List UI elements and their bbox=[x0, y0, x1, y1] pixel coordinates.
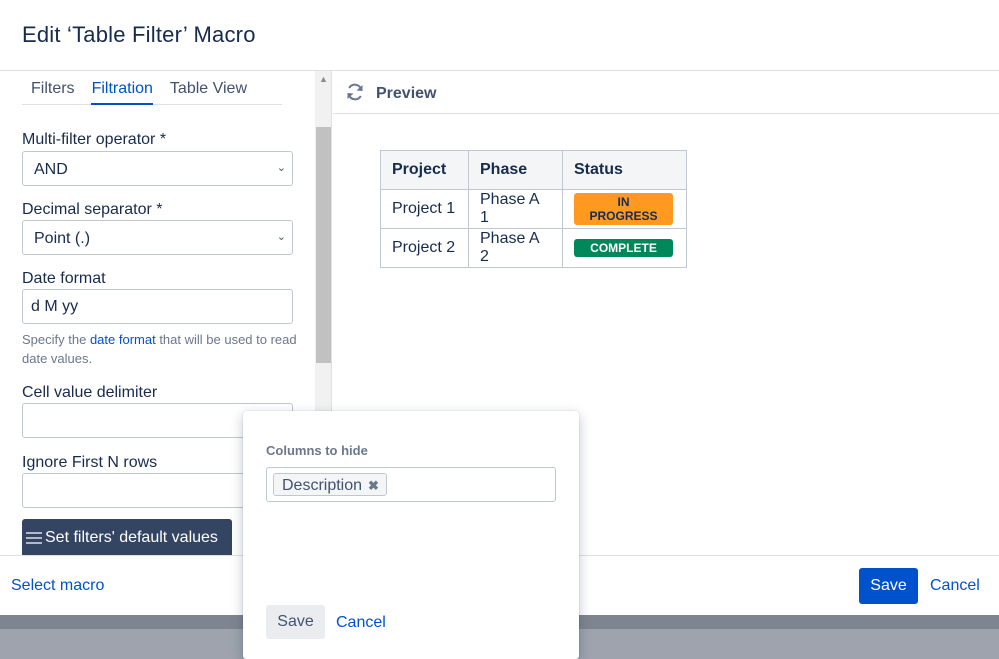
chevron-down-icon: ⌄ bbox=[276, 231, 286, 243]
columns-to-hide-input[interactable]: Description ✖ bbox=[266, 467, 556, 502]
default-values-popup: Columns to hide Description ✖ Save Cance… bbox=[243, 411, 579, 659]
column-header-project: Project bbox=[380, 150, 469, 190]
table-cell: IN PROGRESS bbox=[562, 189, 687, 229]
save-button[interactable]: Save bbox=[859, 568, 918, 604]
set-default-values-label: Set filters' default values bbox=[45, 529, 218, 546]
decimal-separator-value: Point (.) bbox=[34, 230, 91, 247]
table-row: Project 2 Phase A 2 COMPLETE bbox=[380, 228, 687, 268]
remove-tag-icon[interactable]: ✖ bbox=[368, 478, 379, 494]
column-tag-label: Description bbox=[282, 476, 363, 494]
table-row: Project 1 Phase A 1 IN PROGRESS bbox=[380, 189, 687, 229]
preview-label: Preview bbox=[376, 85, 437, 102]
decimal-separator-select[interactable]: Point (.) ⌄ bbox=[22, 220, 293, 255]
column-tag: Description ✖ bbox=[273, 473, 387, 496]
preview-table: Project Phase Status Project 1 Phase A 1… bbox=[380, 150, 687, 268]
tab-filtration[interactable]: Filtration bbox=[83, 77, 161, 105]
ignore-first-rows-label: Ignore First N rows bbox=[22, 454, 158, 471]
dialog-title: Edit ‘Table Filter’ Macro bbox=[22, 22, 256, 47]
date-format-link[interactable]: date format bbox=[90, 332, 156, 347]
column-header-status: Status bbox=[562, 150, 687, 190]
column-header-phase: Phase bbox=[468, 150, 563, 190]
table-cell: Phase A 1 bbox=[468, 189, 563, 229]
date-format-value: d M yy bbox=[31, 298, 79, 315]
status-badge: COMPLETE bbox=[574, 239, 673, 257]
refresh-icon-svg bbox=[347, 83, 363, 101]
popup-save-button[interactable]: Save bbox=[266, 605, 325, 639]
refresh-icon[interactable] bbox=[345, 82, 365, 108]
popup-cancel-button[interactable]: Cancel bbox=[336, 614, 386, 632]
select-macro-link[interactable]: Select macro bbox=[11, 577, 104, 595]
status-badge: IN PROGRESS bbox=[574, 193, 673, 225]
multi-filter-operator-value: AND bbox=[34, 161, 68, 178]
dialog-header: Edit ‘Table Filter’ Macro bbox=[0, 0, 999, 71]
preview-header: Preview bbox=[333, 71, 999, 114]
date-format-input[interactable]: d M yy bbox=[22, 289, 293, 324]
date-help-prefix: Specify the bbox=[22, 332, 90, 347]
chevron-down-icon: ⌄ bbox=[276, 162, 286, 174]
columns-to-hide-label: Columns to hide bbox=[266, 443, 368, 458]
cancel-button[interactable]: Cancel bbox=[930, 577, 980, 595]
set-default-values-button[interactable]: Set filters' default values bbox=[22, 519, 232, 555]
menu-icon bbox=[26, 532, 42, 547]
table-cell: Project 1 bbox=[380, 189, 469, 229]
table-cell: Phase A 2 bbox=[468, 228, 563, 268]
tab-table-view[interactable]: Table View bbox=[161, 77, 255, 104]
decimal-separator-label: Decimal separator * bbox=[22, 201, 163, 218]
cell-value-delimiter-label: Cell value delimiter bbox=[22, 384, 158, 401]
date-format-label: Date format bbox=[22, 270, 106, 287]
multi-filter-operator-label: Multi-filter operator * bbox=[22, 131, 167, 148]
table-cell: Project 2 bbox=[380, 228, 469, 268]
tab-filters[interactable]: Filters bbox=[22, 77, 83, 104]
table-header-row: Project Phase Status bbox=[380, 150, 687, 190]
scroll-thumb[interactable] bbox=[316, 127, 331, 363]
tab-bar: Filters Filtration Table View bbox=[22, 77, 282, 105]
multi-filter-operator-select[interactable]: AND ⌄ bbox=[22, 151, 293, 186]
date-format-help: Specify the date format that will be use… bbox=[22, 330, 302, 368]
scroll-up-icon[interactable]: ▲ bbox=[315, 71, 331, 88]
table-cell: COMPLETE bbox=[562, 228, 687, 268]
